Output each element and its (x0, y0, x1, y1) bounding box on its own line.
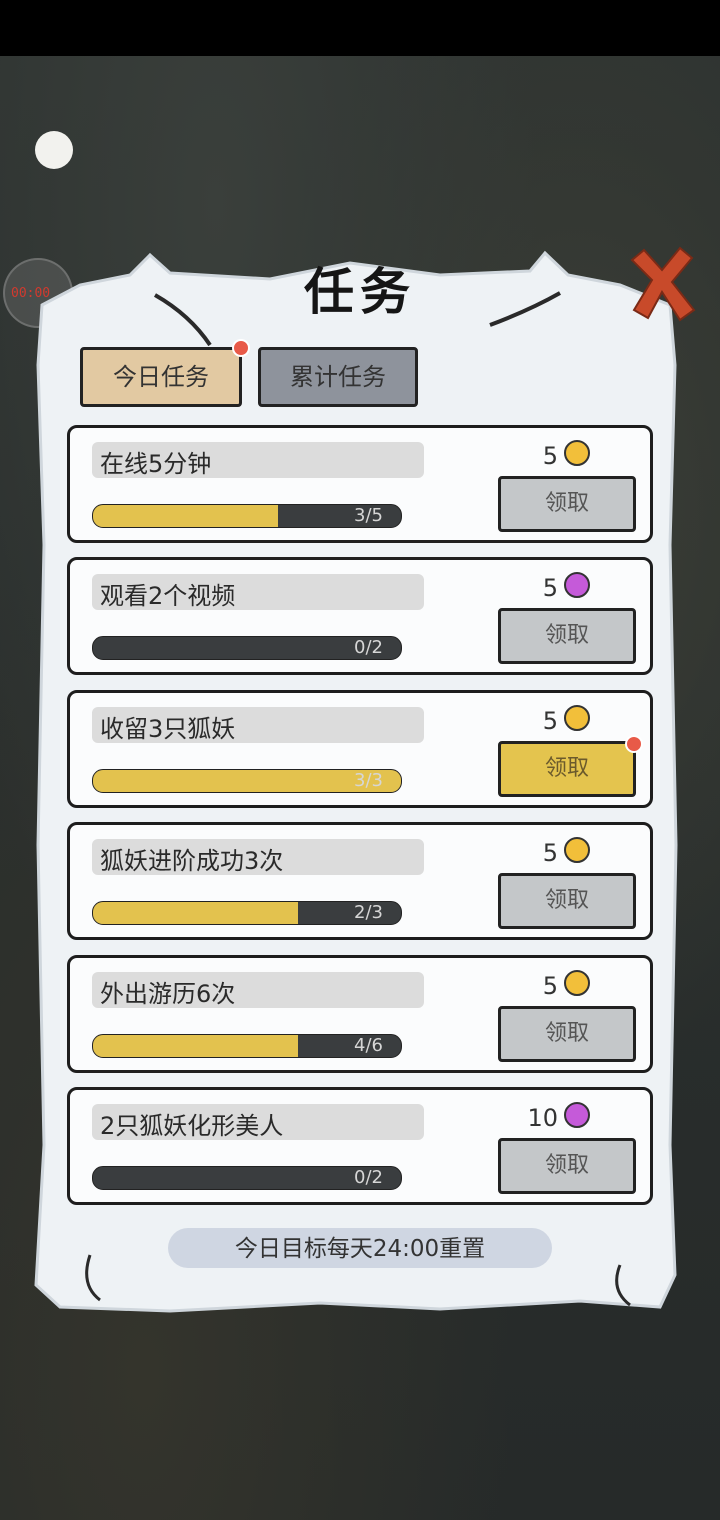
task-progress-bar: 0/2 (92, 636, 402, 660)
task-reward-amount: 5 (542, 707, 558, 735)
task-name: 2只狐妖化形美人 (100, 1112, 284, 1140)
task-name: 观看2个视频 (100, 582, 236, 610)
claim-notification-dot (625, 735, 643, 753)
task-reward-amount: 5 (542, 442, 558, 470)
task-name: 狐妖进阶成功3次 (100, 847, 284, 875)
task-name: 收留3只狐妖 (100, 715, 236, 743)
task-card: 在线5分钟 3/5 5 领取 (67, 425, 653, 543)
task-reward-amount: 5 (542, 574, 558, 602)
task-card: 观看2个视频 0/2 5 领取 (67, 557, 653, 675)
gold-coin-icon (564, 970, 590, 996)
page-title: 任务 (304, 262, 416, 321)
moon-icon (35, 131, 73, 169)
gold-coin-icon (564, 440, 590, 466)
task-card: 2只狐妖化形美人 0/2 10 领取 (67, 1087, 653, 1205)
task-progress-text: 3/5 (354, 505, 383, 526)
task-reward-amount: 5 (542, 839, 558, 867)
task-progress-text: 0/2 (354, 1167, 383, 1188)
task-name: 外出游历6次 (100, 980, 236, 1008)
task-card: 外出游历6次 4/6 5 领取 (67, 955, 653, 1073)
task-progress-bar: 0/2 (92, 1166, 402, 1190)
tab-today-tasks[interactable]: 今日任务 (80, 347, 242, 407)
task-name: 在线5分钟 (100, 450, 212, 478)
task-progress-bar: 3/3 (92, 769, 402, 793)
task-reward-amount: 5 (542, 972, 558, 1000)
task-reward-amount: 10 (527, 1104, 558, 1132)
close-icon (630, 246, 696, 322)
task-progress-bar: 2/3 (92, 901, 402, 925)
task-card: 狐妖进阶成功3次 2/3 5 领取 (67, 822, 653, 940)
claim-button[interactable]: 领取 (498, 873, 636, 929)
gold-coin-icon (564, 705, 590, 731)
claim-button[interactable]: 领取 (498, 1006, 636, 1062)
purple-gem-icon (564, 572, 590, 598)
claim-button[interactable]: 领取 (498, 476, 636, 532)
task-card: 收留3只狐妖 3/3 5 领取 (67, 690, 653, 808)
task-progress-bar: 4/6 (92, 1034, 402, 1058)
purple-gem-icon (564, 1102, 590, 1128)
task-progress-text: 0/2 (354, 637, 383, 658)
task-progress-text: 4/6 (354, 1035, 383, 1056)
task-progress-bar: 3/5 (92, 504, 402, 528)
tab-cumulative-tasks[interactable]: 累计任务 (258, 347, 418, 407)
tab-notification-dot (232, 339, 250, 357)
close-button[interactable] (622, 240, 702, 330)
task-progress-text: 3/3 (354, 770, 383, 791)
claim-button[interactable]: 领取 (498, 741, 636, 797)
status-bar (0, 0, 720, 56)
claim-button[interactable]: 领取 (498, 608, 636, 664)
reset-notice: 今日目标每天24:00重置 (234, 1236, 486, 1262)
gold-coin-icon (564, 837, 590, 863)
claim-button[interactable]: 领取 (498, 1138, 636, 1194)
task-progress-text: 2/3 (354, 902, 383, 923)
